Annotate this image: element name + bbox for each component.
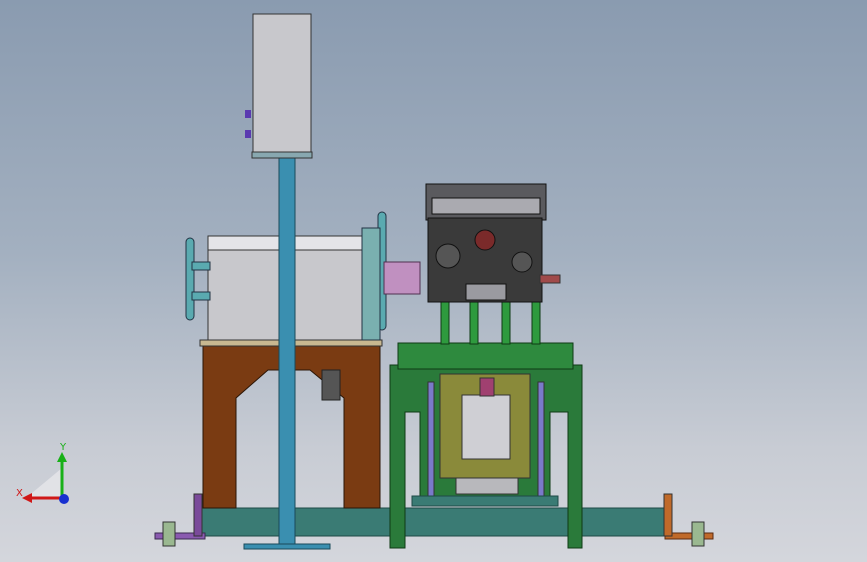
right-flange bbox=[361, 227, 381, 341]
engine-shaft bbox=[539, 274, 561, 284]
y-axis-head bbox=[57, 452, 67, 462]
support-post-3 bbox=[501, 301, 511, 345]
engine-oil-pan bbox=[465, 283, 507, 301]
triad-graphic bbox=[22, 452, 69, 504]
assembly-model[interactable] bbox=[0, 0, 867, 562]
left-foot-pin bbox=[162, 521, 176, 547]
left-handwheel bbox=[185, 237, 195, 321]
x-axis-label: X bbox=[16, 488, 23, 499]
frame-gusset bbox=[321, 369, 341, 401]
base-rail bbox=[194, 507, 666, 537]
y-axis-label: Y bbox=[60, 442, 67, 453]
support-post-2 bbox=[469, 301, 479, 345]
right-guide-rail bbox=[537, 381, 545, 497]
right-end-post bbox=[663, 493, 673, 537]
left-guide-rail bbox=[427, 381, 435, 497]
cabinet-bracket bbox=[251, 151, 313, 159]
vertical-pole bbox=[278, 157, 296, 549]
engine-pulley bbox=[474, 229, 496, 251]
clamp-rod bbox=[479, 377, 495, 397]
clamp-cylinder bbox=[461, 394, 511, 460]
engine-cam-cover bbox=[431, 197, 541, 215]
z-axis-dot bbox=[59, 494, 69, 504]
right-foot-pin bbox=[691, 521, 705, 547]
axis-triad[interactable]: X Y bbox=[14, 440, 84, 510]
cabinet-knob-2 bbox=[245, 130, 251, 138]
cabinet-knob-1 bbox=[245, 110, 251, 118]
control-cabinet bbox=[252, 13, 312, 157]
engine-pulley-3 bbox=[511, 251, 533, 273]
engine-pulley-2 bbox=[435, 243, 461, 269]
pole-base bbox=[243, 543, 331, 550]
turntable bbox=[397, 342, 574, 370]
support-post-4 bbox=[531, 301, 541, 345]
left-handwheel-spoke bbox=[191, 261, 211, 271]
base-plinth bbox=[411, 495, 559, 507]
cad-viewport[interactable]: X Y bbox=[0, 0, 867, 562]
clamp-base bbox=[455, 477, 519, 495]
left-end-post bbox=[193, 493, 203, 537]
drive-coupling bbox=[383, 261, 421, 295]
left-handwheel-spoke-2 bbox=[191, 291, 211, 301]
x-axis-head bbox=[22, 493, 32, 503]
support-post-1 bbox=[440, 301, 450, 345]
